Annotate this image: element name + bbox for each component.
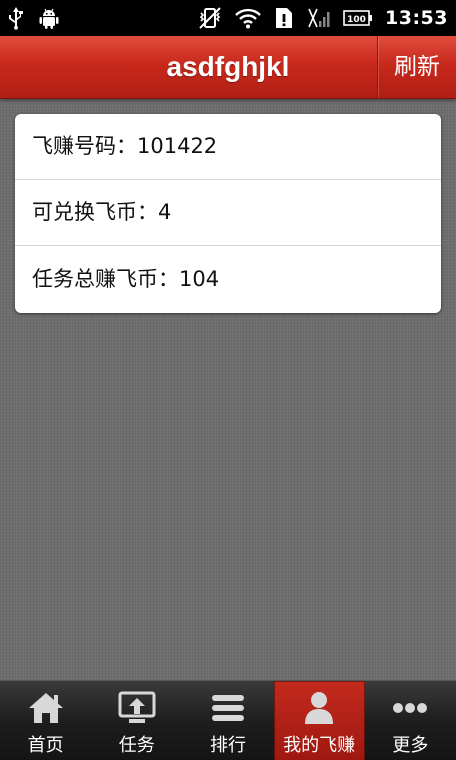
- redeemable-coins-row: 可兑换飞币：4: [15, 180, 441, 246]
- tab-my-account-label: 我的飞赚: [283, 735, 356, 756]
- refresh-button[interactable]: 刷新: [377, 36, 456, 98]
- user-icon: [299, 690, 339, 726]
- android-debug-icon: [38, 6, 60, 30]
- sim-alert-icon: [273, 6, 295, 30]
- tab-ranking[interactable]: 排行: [182, 681, 273, 760]
- tab-home[interactable]: 首页: [0, 681, 91, 760]
- battery-icon: 100: [343, 9, 373, 27]
- status-bar: 100 13:53: [0, 0, 456, 36]
- title-bar: asdfghjkl 刷新: [0, 36, 456, 99]
- bottom-tab-bar: 首页 任务 排行 我的飞赚 更多: [0, 680, 456, 760]
- account-info-card: 飞赚号码：101422 可兑换飞币：4 任务总赚飞币：104: [15, 114, 441, 313]
- account-number-row: 飞赚号码：101422: [15, 114, 441, 180]
- tab-ranking-label: 排行: [209, 735, 246, 756]
- tab-tasks-label: 任务: [118, 735, 155, 756]
- vibrate-off-icon: [197, 6, 223, 30]
- ranking-list-icon: [208, 690, 248, 726]
- battery-level: 100: [347, 15, 366, 25]
- tab-my-account[interactable]: 我的飞赚: [273, 681, 365, 760]
- tab-more-label: 更多: [392, 735, 429, 756]
- wifi-icon: [235, 7, 261, 29]
- signal-icon: [307, 6, 331, 30]
- home-icon: [26, 690, 66, 726]
- usb-icon: [8, 6, 24, 30]
- tab-tasks[interactable]: 任务: [91, 681, 182, 760]
- tab-more[interactable]: 更多: [365, 681, 456, 760]
- task-upload-icon: [117, 690, 157, 726]
- tab-home-label: 首页: [27, 735, 64, 756]
- total-earned-coins-row: 任务总赚飞币：104: [32, 267, 220, 291]
- status-time: 13:53: [385, 7, 448, 29]
- more-dots-icon: [390, 690, 430, 726]
